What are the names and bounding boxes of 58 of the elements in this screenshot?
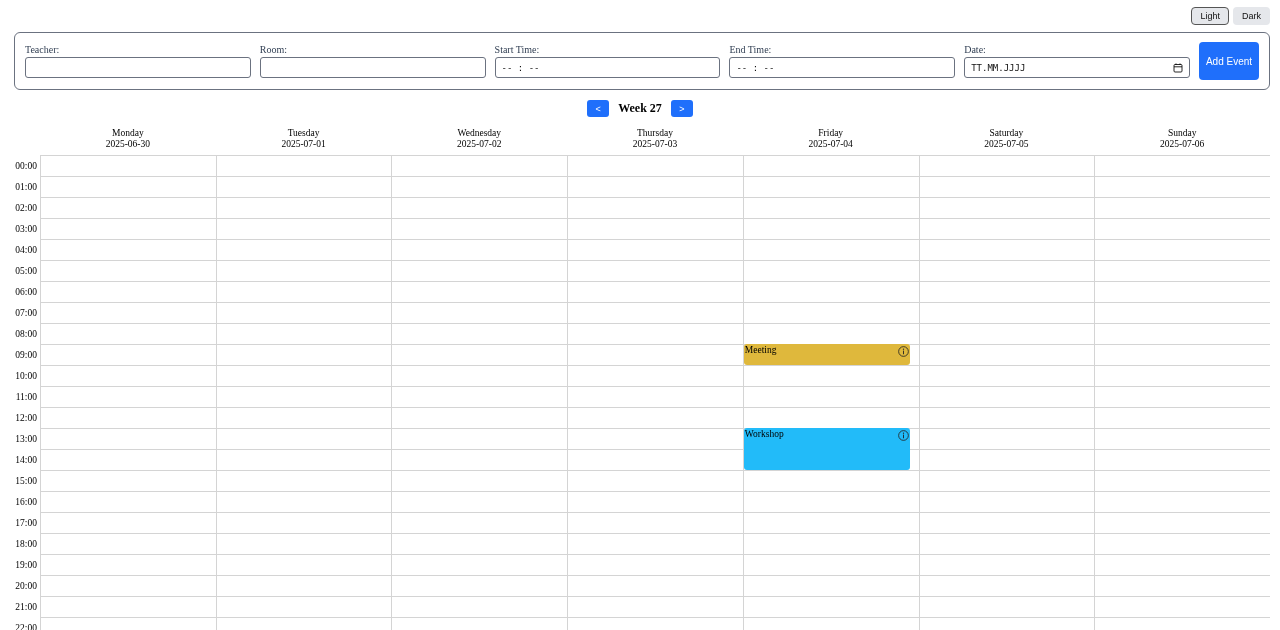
hour-label: 00:00 <box>15 160 37 171</box>
day-name: Sunday <box>1167 128 1197 139</box>
text-field[interactable] <box>25 57 251 78</box>
hour-label: 18:00 <box>15 538 37 549</box>
field-label: Teacher: <box>25 44 61 55</box>
day-name: Wednesday <box>457 128 502 139</box>
hour-label: 10:00 <box>15 370 37 381</box>
hour-label: 12:00 <box>15 412 37 423</box>
field-label: Room: <box>259 44 289 55</box>
hour-label: 11:00 <box>15 391 37 402</box>
hour-label: 01:00 <box>15 181 37 192</box>
add-event-button[interactable]: Add Event <box>1199 42 1259 80</box>
day-date: 2025-07-03 <box>632 138 678 149</box>
hour-label: 20:00 <box>15 580 37 591</box>
date-field[interactable]: TT.MM.JJJJ <box>964 57 1190 78</box>
day-date: 2025-07-05 <box>984 138 1029 149</box>
info-icon[interactable] <box>897 430 909 441</box>
field-label: Date: <box>964 44 987 55</box>
hour-label: 15:00 <box>15 475 37 486</box>
day-date: 2025-07-06 <box>1159 138 1205 149</box>
time-field[interactable]: -- : -- <box>494 57 721 78</box>
theme-button[interactable]: Light <box>1191 7 1229 25</box>
hour-label: 09:00 <box>15 349 37 360</box>
time-field[interactable]: -- : -- <box>729 57 956 78</box>
hour-label: 22:00 <box>15 622 37 630</box>
day-name: Thursday <box>637 128 673 139</box>
day-date: 2025-06-30 <box>105 138 150 149</box>
hour-label: 05:00 <box>15 265 37 276</box>
day-name: Saturday <box>989 128 1024 139</box>
event-block[interactable]: Workshop <box>743 428 910 470</box>
hour-label: 07:00 <box>15 307 37 318</box>
next-week-button[interactable]: > <box>670 100 693 117</box>
hour-label: 06:00 <box>15 286 37 297</box>
field-label: Start Time: <box>494 44 541 55</box>
hour-label: 03:00 <box>15 223 37 234</box>
hour-label: 13:00 <box>15 433 37 444</box>
theme-button[interactable]: Dark <box>1233 7 1270 25</box>
hour-label: 04:00 <box>15 244 37 255</box>
week-title: Week 27 <box>618 101 662 116</box>
day-date: 2025-07-01 <box>281 138 326 149</box>
hour-label: 21:00 <box>15 601 37 612</box>
day-date: 2025-07-04 <box>808 138 853 149</box>
hour-label: 08:00 <box>15 328 37 339</box>
info-icon[interactable] <box>897 346 909 357</box>
hour-label: 17:00 <box>15 517 37 528</box>
previous-week-button[interactable]: < <box>587 100 610 117</box>
hour-label: 02:00 <box>15 202 37 213</box>
hour-label: 19:00 <box>15 559 37 570</box>
text-field[interactable] <box>259 57 486 78</box>
day-date: 2025-07-02 <box>457 138 502 149</box>
day-name: Friday <box>818 128 844 139</box>
calendar-icon[interactable] <box>1173 62 1183 73</box>
day-name: Tuesday <box>287 128 320 139</box>
hour-label: 16:00 <box>15 496 37 507</box>
day-name: Monday <box>112 128 144 139</box>
hour-label: 14:00 <box>15 454 37 465</box>
event-block[interactable]: Meeting <box>743 344 910 365</box>
field-label: End Time: <box>729 44 773 55</box>
